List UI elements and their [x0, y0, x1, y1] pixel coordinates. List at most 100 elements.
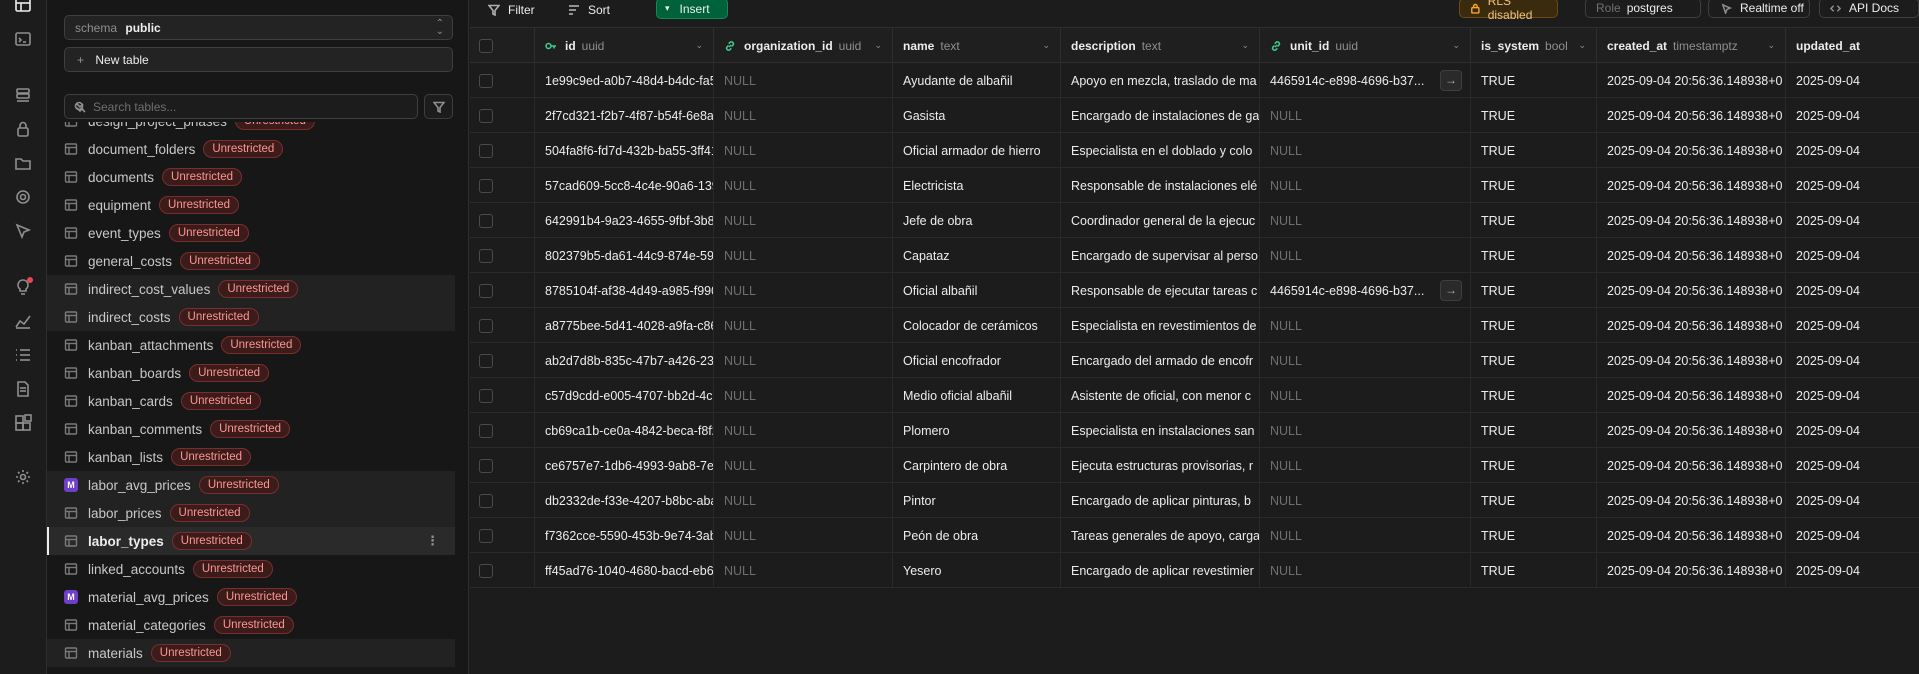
row-checkbox[interactable] — [479, 388, 493, 403]
cell-unit-id[interactable]: NULL — [1260, 133, 1471, 168]
cell-unit-id[interactable]: NULL — [1260, 518, 1471, 553]
column-header-organization-id[interactable]: organization_id uuid ⌄ — [714, 28, 893, 63]
column-header-id[interactable]: id uuid ⌄ — [535, 28, 714, 63]
cell-name[interactable]: Plomero — [893, 413, 1061, 448]
row-checkbox[interactable] — [479, 108, 493, 123]
filter-button[interactable]: Filter — [488, 0, 535, 20]
database-icon[interactable] — [14, 86, 32, 104]
cell-organization-id[interactable]: NULL — [714, 238, 893, 273]
table-row[interactable]: db2332de-f33e-4207-b8bc-aba5b08 NULL Pinto… — [470, 483, 1919, 518]
cell-updated-at[interactable]: 2025-09-04 — [1786, 133, 1919, 168]
cell-created-at[interactable]: 2025-09-04 20:56:36.148938+0 — [1597, 133, 1786, 168]
table-row[interactable]: ab2d7d8b-835c-47b7-a426-2360175 NULL Ofici… — [470, 343, 1919, 378]
cell-updated-at[interactable]: 2025-09-04 — [1786, 413, 1919, 448]
sidebar-table-item[interactable]: labor_prices Unrestricted — [47, 499, 455, 527]
cell-created-at[interactable]: 2025-09-04 20:56:36.148938+0 — [1597, 98, 1786, 133]
cell-organization-id[interactable]: NULL — [714, 378, 893, 413]
insert-button[interactable]: ▾ Insert — [656, 0, 728, 19]
cell-created-at[interactable]: 2025-09-04 20:56:36.148938+0 — [1597, 378, 1786, 413]
cell-is-system[interactable]: TRUE — [1471, 343, 1597, 378]
sidebar-table-item[interactable]: indirect_costs Unrestricted — [47, 303, 455, 331]
cell-name[interactable]: Pintor — [893, 483, 1061, 518]
column-header-updated-at[interactable]: updated_at — [1786, 28, 1919, 63]
cell-organization-id[interactable]: NULL — [714, 518, 893, 553]
cell-organization-id[interactable]: NULL — [714, 63, 893, 98]
api-docs-icon[interactable] — [14, 380, 32, 398]
row-checkbox[interactable] — [479, 528, 493, 543]
cell-description[interactable]: Responsable de instalaciones elé — [1061, 168, 1260, 203]
cell-id[interactable]: 642991b4-9a23-4655-9fbf-3b83364 — [535, 203, 714, 238]
table-row[interactable]: 1e99c9ed-a0b7-48d4-b4dc-fa5d0199 NULL Ayud… — [470, 63, 1919, 98]
cell-organization-id[interactable]: NULL — [714, 308, 893, 343]
auth-icon[interactable] — [14, 120, 32, 138]
sidebar-table-item[interactable]: documents Unrestricted — [47, 163, 455, 191]
cell-is-system[interactable]: TRUE — [1471, 98, 1597, 133]
cell-description[interactable]: Encargado de aplicar pinturas, b — [1061, 483, 1260, 518]
cell-name[interactable]: Yesero — [893, 553, 1061, 588]
cell-created-at[interactable]: 2025-09-04 20:56:36.148938+0 — [1597, 238, 1786, 273]
logs-icon[interactable] — [14, 346, 32, 364]
cell-organization-id[interactable]: NULL — [714, 203, 893, 238]
row-checkbox[interactable] — [479, 248, 493, 263]
sidebar-table-item[interactable]: kanban_comments Unrestricted — [47, 415, 455, 443]
cell-description[interactable]: Asistente de oficial, con menor c — [1061, 378, 1260, 413]
table-row[interactable]: 8785104f-af38-4d49-a985-f9905bff NULL Ofic… — [470, 273, 1919, 308]
cell-is-system[interactable]: TRUE — [1471, 168, 1597, 203]
cell-is-system[interactable]: TRUE — [1471, 63, 1597, 98]
cell-organization-id[interactable]: NULL — [714, 168, 893, 203]
cell-unit-id[interactable]: NULL — [1260, 238, 1471, 273]
chevron-down-icon[interactable]: ⌄ — [1241, 40, 1249, 51]
cell-unit-id[interactable]: NULL — [1260, 98, 1471, 133]
row-checkbox[interactable] — [479, 73, 493, 88]
row-checkbox[interactable] — [479, 458, 493, 473]
cell-is-system[interactable]: TRUE — [1471, 413, 1597, 448]
table-row[interactable]: cb69ca1b-ce0a-4842-beca-f8f2e9c NULL Plome… — [470, 413, 1919, 448]
cell-updated-at[interactable]: 2025-09-04 — [1786, 98, 1919, 133]
cell-unit-id[interactable]: NULL — [1260, 483, 1471, 518]
cell-name[interactable]: Oficial armador de hierro — [893, 133, 1061, 168]
cell-name[interactable]: Carpintero de obra — [893, 448, 1061, 483]
cell-id[interactable]: c57d9cdd-e005-4707-bb2d-4c88ac — [535, 378, 714, 413]
cell-name[interactable]: Electricista — [893, 168, 1061, 203]
cell-description[interactable]: Encargado del armado de encofr — [1061, 343, 1260, 378]
cell-unit-id[interactable]: 4465914c-e898-4696-b37... → — [1260, 63, 1471, 98]
cell-description[interactable]: Encargado de aplicar revestimier — [1061, 553, 1260, 588]
column-header-created-at[interactable]: created_at timestamptz ⌄ — [1597, 28, 1786, 63]
new-table-button[interactable]: + New table — [64, 47, 453, 72]
cell-is-system[interactable]: TRUE — [1471, 448, 1597, 483]
cell-name[interactable]: Oficial albañil — [893, 273, 1061, 308]
advisors-icon[interactable] — [14, 277, 33, 296]
cell-organization-id[interactable]: NULL — [714, 273, 893, 308]
cell-updated-at[interactable]: 2025-09-04 — [1786, 273, 1919, 308]
rls-disabled-button[interactable]: RLS disabled — [1459, 0, 1558, 22]
cell-updated-at[interactable]: 2025-09-04 — [1786, 63, 1919, 98]
cell-description[interactable]: Especialista en instalaciones san — [1061, 413, 1260, 448]
chevron-down-icon[interactable]: ⌄ — [695, 40, 703, 51]
arrow-right-icon[interactable]: → — [1440, 70, 1462, 91]
sidebar-table-item[interactable]: linked_accounts Unrestricted — [47, 555, 455, 583]
cell-name[interactable]: Medio oficial albañil — [893, 378, 1061, 413]
sidebar-table-item[interactable]: kanban_boards Unrestricted — [47, 359, 455, 387]
row-checkbox[interactable] — [479, 423, 493, 438]
reports-icon[interactable] — [14, 312, 32, 330]
edge-functions-icon[interactable] — [14, 222, 32, 240]
arrow-right-icon[interactable]: → — [1440, 280, 1462, 301]
cell-unit-id[interactable]: NULL — [1260, 343, 1471, 378]
cell-unit-id[interactable]: NULL — [1260, 413, 1471, 448]
cell-updated-at[interactable]: 2025-09-04 — [1786, 168, 1919, 203]
cell-id[interactable]: db2332de-f33e-4207-b8bc-aba5b08 — [535, 483, 714, 518]
cell-created-at[interactable]: 2025-09-04 20:56:36.148938+0 — [1597, 448, 1786, 483]
cell-description[interactable]: Encargado de supervisar al perso — [1061, 238, 1260, 273]
cell-organization-id[interactable]: NULL — [714, 483, 893, 518]
cell-created-at[interactable]: 2025-09-04 20:56:36.148938+0 — [1597, 203, 1786, 238]
cell-description[interactable]: Encargado de instalaciones de ga — [1061, 98, 1260, 133]
column-header-is-system[interactable]: is_system bool ⌄ — [1471, 28, 1597, 63]
storage-icon[interactable] — [14, 154, 32, 172]
cell-is-system[interactable]: TRUE — [1471, 238, 1597, 273]
cell-created-at[interactable]: 2025-09-04 20:56:36.148938+0 — [1597, 343, 1786, 378]
cell-id[interactable]: cb69ca1b-ce0a-4842-beca-f8f2e9c — [535, 413, 714, 448]
sidebar-table-item[interactable]: material_categories Unrestricted — [47, 611, 455, 639]
cell-id[interactable]: 802379b5-da61-44c9-874e-592b179 — [535, 238, 714, 273]
cell-unit-id[interactable]: NULL — [1260, 448, 1471, 483]
column-header-description[interactable]: description text ⌄ — [1061, 28, 1260, 63]
